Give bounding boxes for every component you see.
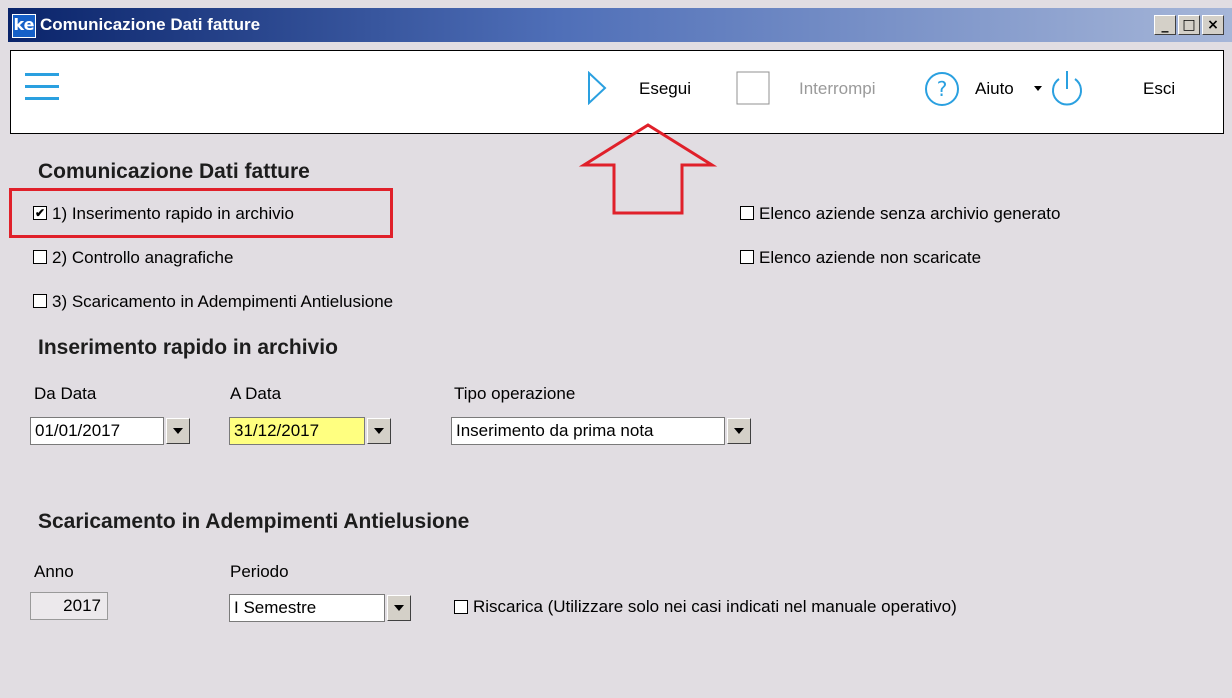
option-2-label: 2) Controllo anagrafiche xyxy=(52,248,234,267)
period-dropdown-icon[interactable] xyxy=(387,595,411,621)
option-1-label: 1) Inserimento rapido in archivio xyxy=(52,204,294,223)
exit-button[interactable]: Esci xyxy=(1143,79,1175,99)
option-3-label: 3) Scaricamento in Adempimenti Antielusi… xyxy=(52,292,394,311)
option-5-label: Elenco aziende non scaricate xyxy=(759,248,982,267)
rapid-insert-title: Inserimento rapido in archivio xyxy=(38,336,338,359)
option-1-checkbox[interactable]: ✔ xyxy=(33,206,47,220)
operation-type-value[interactable]: Inserimento da prima nota xyxy=(451,417,725,445)
dropdown-arrow-icon[interactable] xyxy=(1033,85,1043,93)
main-window: ke Comunicazione Dati fatture _ □ × Eseg… xyxy=(8,8,1232,698)
stop-button: Interrompi xyxy=(799,79,876,98)
section-title: Comunicazione Dati fatture xyxy=(38,160,310,183)
operation-type-combo[interactable]: Inserimento da prima nota xyxy=(451,417,753,445)
operation-type-dropdown-icon[interactable] xyxy=(727,418,751,444)
play-icon[interactable] xyxy=(587,71,607,105)
to-date-label: A Data xyxy=(230,384,282,403)
operation-type-label: Tipo operazione xyxy=(454,384,576,403)
close-button[interactable]: × xyxy=(1202,15,1224,35)
reload-label: Riscarica (Utilizzare solo nei casi indi… xyxy=(473,597,957,616)
option-5-checkbox[interactable] xyxy=(740,250,754,264)
window-title: Comunicazione Dati fatture xyxy=(40,15,261,34)
stop-icon[interactable] xyxy=(736,71,770,105)
minimize-button[interactable]: _ xyxy=(1154,15,1176,35)
from-date-label: Da Data xyxy=(34,384,97,403)
reload-checkbox[interactable] xyxy=(454,600,468,614)
power-icon[interactable] xyxy=(1047,67,1087,111)
year-field[interactable]: 2017 xyxy=(30,592,108,620)
from-date-value[interactable]: 01/01/2017 xyxy=(30,417,164,445)
from-date-combo[interactable]: 01/01/2017 xyxy=(30,417,192,445)
app-logo-icon: ke xyxy=(12,14,36,38)
option-2-checkbox[interactable] xyxy=(33,250,47,264)
to-date-value[interactable]: 31/12/2017 xyxy=(229,417,365,445)
menu-icon[interactable] xyxy=(25,73,59,101)
run-button[interactable]: Esegui xyxy=(639,79,691,99)
period-value[interactable]: I Semestre xyxy=(229,594,385,622)
title-bar: ke Comunicazione Dati fatture _ □ × xyxy=(8,8,1232,42)
download-title: Scaricamento in Adempimenti Antielusione xyxy=(38,510,470,533)
svg-text:?: ? xyxy=(937,77,948,101)
option-3-checkbox[interactable] xyxy=(33,294,47,308)
help-icon[interactable]: ? xyxy=(923,70,961,108)
to-date-combo[interactable]: 31/12/2017 xyxy=(229,417,395,445)
period-combo[interactable]: I Semestre xyxy=(229,594,413,622)
annotation-arrow-icon xyxy=(578,123,718,215)
maximize-button[interactable]: □ xyxy=(1178,15,1200,35)
option-4-label: Elenco aziende senza archivio generato xyxy=(759,204,1061,223)
year-label: Anno xyxy=(34,562,74,581)
help-button[interactable]: Aiuto xyxy=(975,79,1014,99)
option-4-checkbox[interactable] xyxy=(740,206,754,220)
period-label: Periodo xyxy=(230,562,289,581)
from-date-dropdown-icon[interactable] xyxy=(166,418,190,444)
to-date-dropdown-icon[interactable] xyxy=(367,418,391,444)
